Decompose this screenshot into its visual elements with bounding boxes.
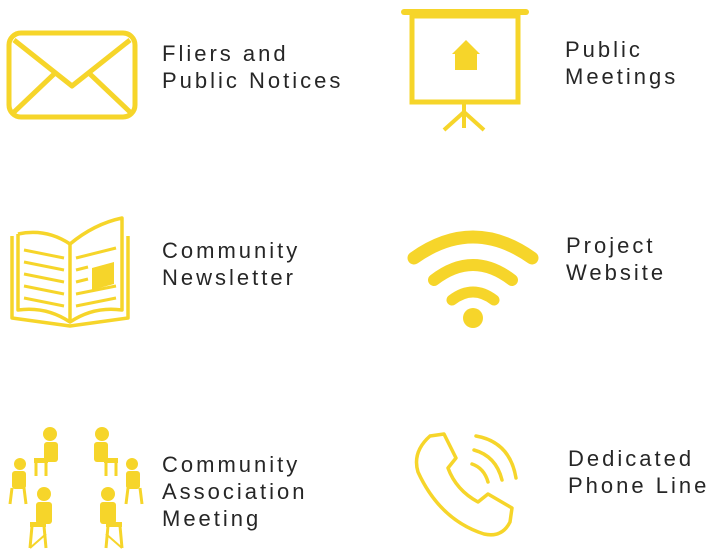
envelope-icon <box>6 30 138 120</box>
presentation-board-icon <box>401 6 529 132</box>
wifi-icon <box>406 222 540 332</box>
item-label: Community Association Meeting <box>162 452 308 531</box>
item-label: Public Meetings <box>565 37 679 89</box>
item-label: Community Newsletter <box>162 238 301 290</box>
item-label: Fliers and Public Notices <box>162 41 344 93</box>
open-book-icon <box>8 214 134 332</box>
phone-icon <box>404 422 530 548</box>
item-label: Project Website <box>566 233 667 285</box>
item-label: Dedicated Phone Line <box>568 446 710 498</box>
people-circle-icon <box>8 424 144 554</box>
